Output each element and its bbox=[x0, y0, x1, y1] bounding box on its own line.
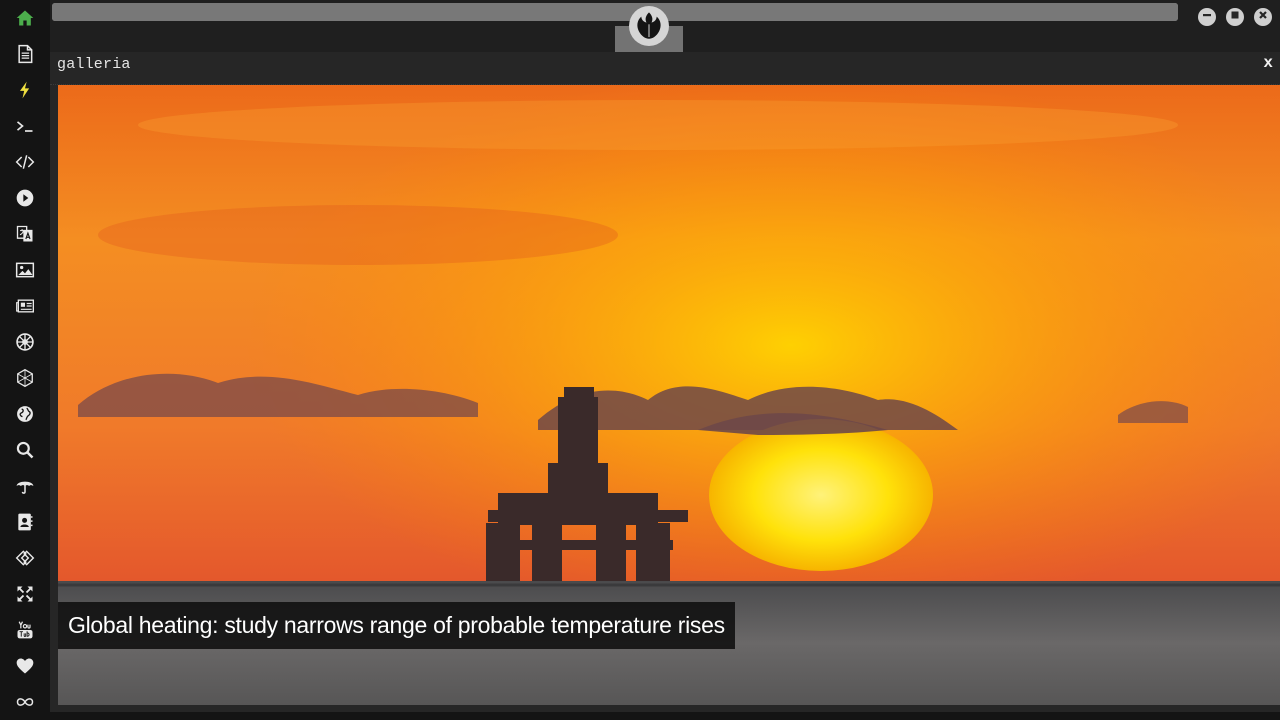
top-bar bbox=[50, 0, 1280, 52]
contacts-icon bbox=[15, 512, 35, 532]
terminal-icon bbox=[15, 116, 35, 136]
sidebar-item-play[interactable] bbox=[11, 184, 39, 212]
sidebar-item-news[interactable] bbox=[11, 292, 39, 320]
minimize-icon bbox=[1201, 8, 1213, 26]
fullscreen-icon bbox=[15, 584, 35, 604]
sidebar-item-empire[interactable] bbox=[11, 328, 39, 356]
maximize-icon bbox=[1229, 8, 1241, 26]
sidebar-item-contacts[interactable] bbox=[11, 508, 39, 536]
maximize-button[interactable] bbox=[1226, 8, 1244, 26]
youtube-icon bbox=[15, 620, 35, 640]
newspaper-icon bbox=[15, 296, 35, 316]
infinity-icon bbox=[15, 692, 35, 712]
minimize-button[interactable] bbox=[1198, 8, 1216, 26]
empire-icon bbox=[15, 332, 35, 352]
sidebar-item-power[interactable] bbox=[11, 76, 39, 104]
sidebar-item-infinity[interactable] bbox=[11, 688, 39, 716]
sidebar-item-search[interactable] bbox=[11, 436, 39, 464]
close-icon bbox=[1257, 8, 1269, 26]
umbrella-icon bbox=[15, 476, 35, 496]
gallery-panel: galleria x Global heating: study narrows… bbox=[50, 52, 1280, 712]
sidebar-item-youtube[interactable] bbox=[11, 616, 39, 644]
sidebar-item-home[interactable] bbox=[11, 4, 39, 32]
sidebar-item-code[interactable] bbox=[11, 148, 39, 176]
lightning-icon bbox=[15, 80, 35, 100]
close-button[interactable] bbox=[1254, 8, 1272, 26]
sidebar-item-globe[interactable] bbox=[11, 400, 39, 428]
sidebar-item-connections[interactable] bbox=[11, 544, 39, 572]
sidebar-item-favorites[interactable] bbox=[11, 652, 39, 680]
panel-close-button[interactable]: x bbox=[1263, 54, 1273, 72]
sidebar-item-images[interactable] bbox=[11, 256, 39, 284]
sidebar-item-weather[interactable] bbox=[11, 472, 39, 500]
code-icon bbox=[15, 152, 35, 172]
progress-fill bbox=[52, 3, 1178, 21]
progress-bar bbox=[52, 3, 1178, 21]
sidebar bbox=[0, 0, 50, 720]
translate-icon bbox=[15, 224, 35, 244]
globe-icon bbox=[15, 404, 35, 424]
document-icon bbox=[15, 44, 35, 64]
connection-icon bbox=[15, 548, 35, 568]
sidebar-item-deathstar[interactable] bbox=[11, 364, 39, 392]
search-icon bbox=[15, 440, 35, 460]
panel-header: galleria x bbox=[50, 52, 1280, 85]
rebel-alliance-icon[interactable] bbox=[629, 6, 669, 46]
home-icon bbox=[15, 8, 35, 28]
deathstar-icon bbox=[15, 368, 35, 388]
sidebar-item-fullscreen[interactable] bbox=[11, 580, 39, 608]
image-icon bbox=[15, 260, 35, 280]
panel-title: galleria bbox=[57, 56, 131, 73]
sidebar-item-documents[interactable] bbox=[11, 40, 39, 68]
sidebar-item-translate[interactable] bbox=[11, 220, 39, 248]
image-caption[interactable]: Global heating: study narrows range of p… bbox=[58, 602, 735, 649]
sidebar-item-terminal[interactable] bbox=[11, 112, 39, 140]
heart-icon bbox=[15, 656, 35, 676]
play-icon bbox=[15, 188, 35, 208]
gallery-image[interactable]: Global heating: study narrows range of p… bbox=[58, 85, 1280, 705]
